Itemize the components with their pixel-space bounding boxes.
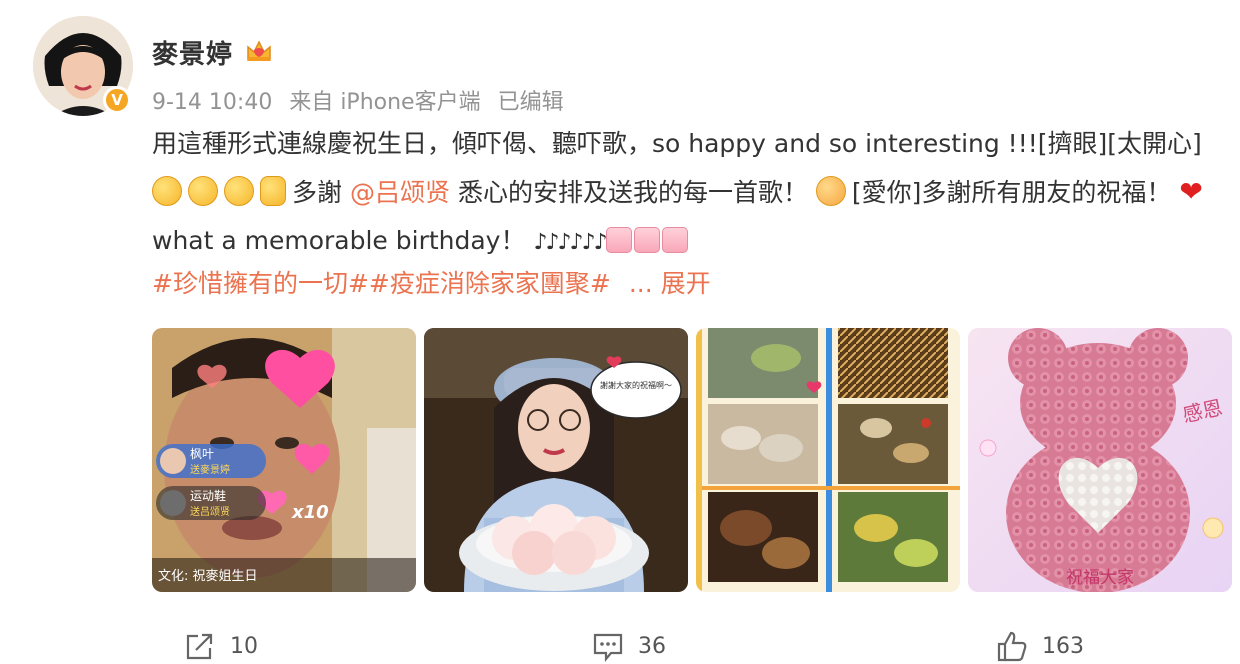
expand-button[interactable]: ... 展开 bbox=[629, 269, 711, 298]
repost-count: 10 bbox=[230, 633, 258, 659]
post-text-part3: 悉心的安排及送我的每一首歌！ bbox=[457, 178, 808, 207]
post-time[interactable]: 9-14 10:40 bbox=[152, 90, 272, 115]
photo-overlay-text: 祝福大家 bbox=[1066, 568, 1134, 588]
post-text-part4: [愛你]多謝所有朋友的祝福！ bbox=[851, 178, 1172, 207]
photo-live-stream[interactable]: 枫叶 送麥景婷 运动鞋 送吕颂贤 x10 文化: 祝麥姐生日 bbox=[152, 328, 416, 592]
post-text-part2: 多謝 bbox=[292, 178, 343, 207]
portrait-image: 謝謝大家的祝福啊～ bbox=[424, 328, 688, 592]
celebrate-emoji-icon bbox=[633, 227, 660, 253]
photo-grid: 枫叶 送麥景婷 运动鞋 送吕颂贤 x10 文化: 祝麥姐生日 謝謝大家的祝福啊～… bbox=[152, 328, 1232, 592]
hug-face-emoji-icon bbox=[152, 176, 182, 206]
gift-target: 送麥景婷 bbox=[190, 463, 230, 476]
gift-target: 送吕颂贤 bbox=[190, 505, 230, 518]
photo-food-collage[interactable] bbox=[696, 328, 960, 592]
gift-multiplier: x10 bbox=[291, 502, 329, 523]
hug-face-emoji-icon bbox=[224, 176, 254, 206]
verified-badge-icon: V bbox=[103, 86, 131, 114]
like-count: 163 bbox=[1042, 633, 1084, 659]
edited-label[interactable]: 已编辑 bbox=[498, 90, 564, 115]
hug-face-emoji-icon bbox=[188, 176, 218, 206]
author-name[interactable]: 麥景婷 bbox=[152, 34, 233, 71]
red-heart-emoji-icon: ❤ bbox=[1179, 175, 1203, 208]
post-source: 来自 iPhone客户端 bbox=[289, 90, 481, 115]
post-text-part1: 用這種形式連線慶祝生日，傾吓偈、聽吓歌，so happy and so inte… bbox=[152, 129, 1202, 158]
celebrate-emoji-icon bbox=[605, 227, 632, 253]
victory-hand-emoji-icon bbox=[260, 176, 286, 206]
food-collage-image bbox=[696, 328, 960, 592]
photo-rose-bear[interactable]: 感恩 祝福大家 bbox=[968, 328, 1232, 592]
rose-bear-image: 感恩 祝福大家 bbox=[968, 328, 1232, 592]
music-notes-icon: ♪♪♪♪♪♪ bbox=[533, 230, 607, 255]
comment-count: 36 bbox=[638, 633, 666, 659]
comment-icon bbox=[593, 633, 623, 662]
live-caption: 文化: 祝麥姐生日 bbox=[158, 568, 258, 584]
topic-link[interactable]: #珍惜擁有的一切# bbox=[152, 269, 369, 298]
smiling-face-emoji-icon bbox=[815, 176, 846, 206]
like-button[interactable]: 163 bbox=[996, 630, 1084, 662]
avatar-container[interactable]: V bbox=[33, 16, 133, 116]
repost-icon bbox=[186, 633, 213, 660]
gift-sender-name: 枫叶 bbox=[190, 446, 214, 461]
action-bar: 10 36 163 bbox=[0, 630, 1240, 664]
repost-button[interactable]: 10 bbox=[184, 630, 258, 662]
post-text-part5: what a memorable birthday！ bbox=[152, 226, 526, 255]
speech-bubble-text: 謝謝大家的祝福啊～ bbox=[600, 380, 672, 390]
mention-link[interactable]: @吕颂贤 bbox=[350, 178, 450, 207]
live-stream-image: 枫叶 送麥景婷 运动鞋 送吕颂贤 x10 文化: 祝麥姐生日 bbox=[152, 328, 416, 592]
comment-button[interactable]: 36 bbox=[592, 630, 666, 662]
topic-line: #珍惜擁有的一切##疫症消除家家團聚# ... 展开 bbox=[152, 264, 721, 300]
post-meta: 9-14 10:40 来自 iPhone客户端 已编辑 bbox=[152, 84, 564, 116]
gift-sender-name: 运动鞋 bbox=[190, 488, 226, 503]
post-body: 用這種形式連線慶祝生日，傾吓偈、聽吓歌，so happy and so inte… bbox=[152, 120, 1232, 267]
like-icon bbox=[997, 631, 1027, 662]
crown-icon[interactable] bbox=[244, 36, 274, 66]
topic-link[interactable]: #疫症消除家家團聚# bbox=[369, 269, 611, 298]
photo-portrait[interactable]: 謝謝大家的祝福啊～ bbox=[424, 328, 688, 592]
celebrate-emoji-icon bbox=[661, 227, 688, 253]
